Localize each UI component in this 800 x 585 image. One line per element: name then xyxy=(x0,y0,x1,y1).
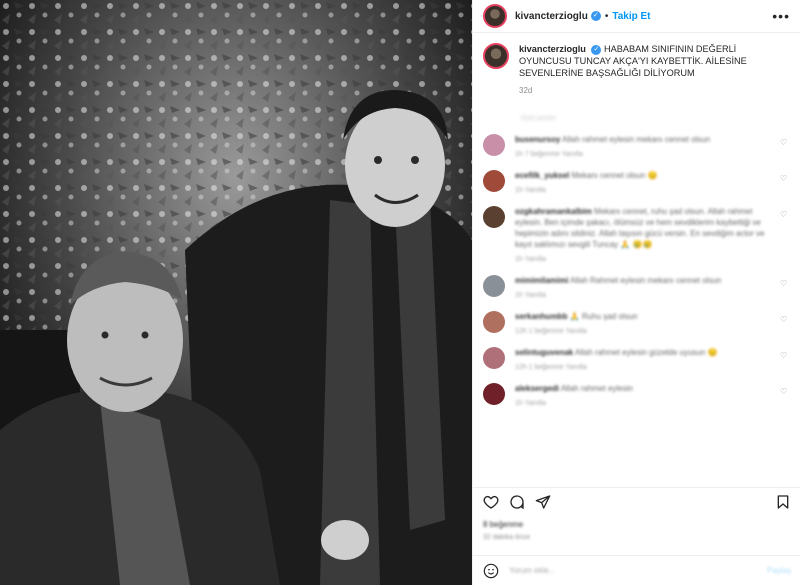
comment-body: busenursoy Allah rahmet eylesin mekanı c… xyxy=(515,134,774,158)
post-date: 32 dakika önce xyxy=(483,534,531,541)
comment-like-heart-icon[interactable]: ♡ xyxy=(780,174,790,194)
comment-message: 🙏 Ruhu şad olsun xyxy=(569,312,638,321)
commenter-username[interactable]: serkanhumbb xyxy=(515,312,567,321)
commenter-username[interactable]: selintuguvenak xyxy=(515,348,573,357)
comment-meta[interactable]: 12h 1 beğenme Yanıtla xyxy=(515,364,774,371)
heart-icon[interactable] xyxy=(483,494,499,510)
caption-timestamp[interactable]: 32d xyxy=(519,85,790,97)
follow-button[interactable]: Takip Et xyxy=(612,11,650,22)
commenter-avatar[interactable] xyxy=(483,311,505,333)
commenter-avatar[interactable] xyxy=(483,134,505,156)
comment-item: selintuguvenak Allah rahmet eylesin güze… xyxy=(483,347,790,371)
comment-message: Allah rahmet eylesin mekanı cennet olsun xyxy=(562,135,711,144)
post-photo[interactable] xyxy=(0,0,472,585)
comment-text: mimimilamimi Allah Rahmet eylesin mekanı… xyxy=(515,275,774,286)
comment-text: ozgkahramankalbim Mekanı cennet, ruhu şa… xyxy=(515,206,774,250)
bookmark-icon[interactable] xyxy=(775,494,791,510)
comment-body: ozgkahramankalbim Mekanı cennet, ruhu şa… xyxy=(515,206,774,263)
comment-item: aleksergedi Allah rahmet eylesin 1h Yanıt… xyxy=(483,383,790,407)
comment-input[interactable]: Yorum ekle... xyxy=(509,566,555,575)
emoji-icon[interactable] xyxy=(483,563,499,579)
commenter-avatar[interactable] xyxy=(483,347,505,369)
comment-body: aleksergedi Allah rahmet eylesin 1h Yanıt… xyxy=(515,383,774,407)
post-image xyxy=(0,0,472,585)
comments-list: busenursoy Allah rahmet eylesin mekanı c… xyxy=(473,134,800,407)
comment-meta[interactable]: 1h Yanıtla xyxy=(515,256,774,263)
share-icon[interactable] xyxy=(535,494,551,510)
comment-meta[interactable]: 1h 7 beğenme Yanıtla xyxy=(515,151,774,158)
comment-text: ecefilk_yuksel Mekanı cennet olsun 😔 xyxy=(515,170,774,181)
comment-message: Allah rahmet eylesin xyxy=(560,384,633,393)
comment-body: selintuguvenak Allah rahmet eylesin güze… xyxy=(515,347,774,371)
commenter-username[interactable]: ozgkahramankalbim xyxy=(515,207,592,216)
post-header: kivancterzioglu ✓ • Takip Et ••• xyxy=(473,0,800,33)
comment-meta[interactable]: 1h Yanıtla xyxy=(515,187,774,194)
author-username[interactable]: kivancterzioglu xyxy=(515,11,588,22)
commenter-avatar[interactable] xyxy=(483,170,505,192)
add-comment-bar: Yorum ekle... Paylaş xyxy=(473,555,800,585)
comment-meta[interactable]: 1h Yanıtla xyxy=(515,292,774,299)
more-options-icon[interactable]: ••• xyxy=(772,8,790,24)
commenter-avatar[interactable] xyxy=(483,275,505,297)
action-bar xyxy=(473,487,800,515)
post-comment-button[interactable]: Paylaş xyxy=(767,566,791,575)
comment-like-heart-icon[interactable]: ♡ xyxy=(780,387,790,407)
caption-body: kivancterzioglu ✓ HABABAM SINIFININ DEĞE… xyxy=(519,43,790,97)
caption-username[interactable]: kivancterzioglu xyxy=(519,44,586,54)
commenter-username[interactable]: busenursoy xyxy=(515,135,560,144)
comment-body: serkanhumbb 🙏 Ruhu şad olsun 12h 1 beğenm… xyxy=(515,311,774,335)
comment-body: ecefilk_yuksel Mekanı cennet olsun 😔 1h Y… xyxy=(515,170,774,194)
comment-like-heart-icon[interactable]: ♡ xyxy=(780,210,790,263)
hidden-comments-note[interactable]: Gizli yorum xyxy=(521,115,800,122)
comment-like-heart-icon[interactable]: ♡ xyxy=(780,279,790,299)
comment-body: mimimilamimi Allah Rahmet eylesin mekanı… xyxy=(515,275,774,299)
verified-badge-icon: ✓ xyxy=(590,11,601,21)
comment-message: Allah Rahmet eylesin mekanı cennet olsun xyxy=(570,276,722,285)
author-avatar[interactable] xyxy=(483,4,507,28)
comment-text: busenursoy Allah rahmet eylesin mekanı c… xyxy=(515,134,774,145)
comment-message: Allah rahmet eylesin güzelde uyusun 😔 xyxy=(575,348,718,357)
comment-item: busenursoy Allah rahmet eylesin mekanı c… xyxy=(483,134,790,158)
comment-text: selintuguvenak Allah rahmet eylesin güze… xyxy=(515,347,774,358)
separator-dot: • xyxy=(604,10,609,22)
comment-icon[interactable] xyxy=(509,494,525,510)
post-caption: kivancterzioglu ✓ HABABAM SINIFININ DEĞE… xyxy=(473,33,800,97)
verified-badge-icon: ✓ xyxy=(591,44,602,55)
commenter-username[interactable]: aleksergedi xyxy=(515,384,559,393)
likes-count[interactable]: 8 beğenme xyxy=(483,520,523,529)
comment-item: mimimilamimi Allah Rahmet eylesin mekanı… xyxy=(483,275,790,299)
commenter-username[interactable]: mimimilamimi xyxy=(515,276,568,285)
caption-avatar[interactable] xyxy=(483,43,509,69)
commenter-username[interactable]: ecefilk_yuksel xyxy=(515,171,569,180)
comment-like-heart-icon[interactable]: ♡ xyxy=(780,315,790,335)
comment-item: serkanhumbb 🙏 Ruhu şad olsun 12h 1 beğenm… xyxy=(483,311,790,335)
comment-text: aleksergedi Allah rahmet eylesin xyxy=(515,383,774,394)
post-panel: kivancterzioglu ✓ • Takip Et ••• kivanct… xyxy=(472,0,800,585)
comment-like-heart-icon[interactable]: ♡ xyxy=(780,351,790,371)
commenter-avatar[interactable] xyxy=(483,383,505,405)
comment-like-heart-icon[interactable]: ♡ xyxy=(780,138,790,158)
comment-meta[interactable]: 1h Yanıtla xyxy=(515,400,774,407)
comment-item: ecefilk_yuksel Mekanı cennet olsun 😔 1h Y… xyxy=(483,170,790,194)
comment-text: serkanhumbb 🙏 Ruhu şad olsun xyxy=(515,311,774,322)
comment-message: Mekanı cennet olsun 😔 xyxy=(571,171,658,180)
comment-item: ozgkahramankalbim Mekanı cennet, ruhu şa… xyxy=(483,206,790,263)
comment-meta[interactable]: 12h 1 beğenme Yanıtla xyxy=(515,328,774,335)
commenter-avatar[interactable] xyxy=(483,206,505,228)
